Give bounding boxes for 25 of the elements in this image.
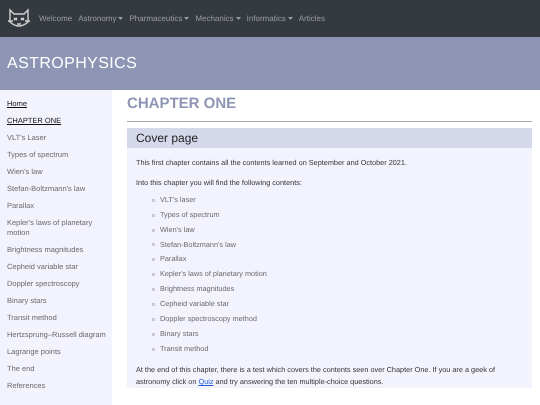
caret-icon xyxy=(184,17,190,20)
caret-icon xyxy=(288,17,293,20)
cat-logo-icon[interactable] xyxy=(7,8,31,30)
bullet-icon xyxy=(152,273,155,276)
bullet-icon xyxy=(152,348,155,352)
nav-link[interactable]: Articles xyxy=(298,12,325,24)
chapter-heading: CHAPTER ONE xyxy=(127,94,238,114)
caret-icon xyxy=(236,17,241,20)
bullet-icon xyxy=(152,318,155,322)
nav-link[interactable]: Informatics xyxy=(246,12,293,24)
site-title: ASTROPHYSICS xyxy=(7,54,138,74)
bullet-icon xyxy=(152,303,155,306)
nav-link[interactable]: Welcome xyxy=(39,12,72,24)
bullet-icon xyxy=(152,288,155,292)
bullet-icon xyxy=(152,333,155,336)
bullet-icon xyxy=(152,228,155,232)
nav-link[interactable]: Pharmaceutics xyxy=(129,12,190,24)
caret-icon xyxy=(118,17,124,20)
card-title: Cover page xyxy=(136,130,198,147)
nav-link[interactable]: Astronomy xyxy=(78,12,124,24)
nav-link[interactable]: Mechanics xyxy=(195,12,241,24)
bullet-icon xyxy=(152,243,155,246)
bullet-icon xyxy=(152,214,155,217)
bullet-icon xyxy=(152,198,155,202)
bullet-icon xyxy=(152,258,155,262)
